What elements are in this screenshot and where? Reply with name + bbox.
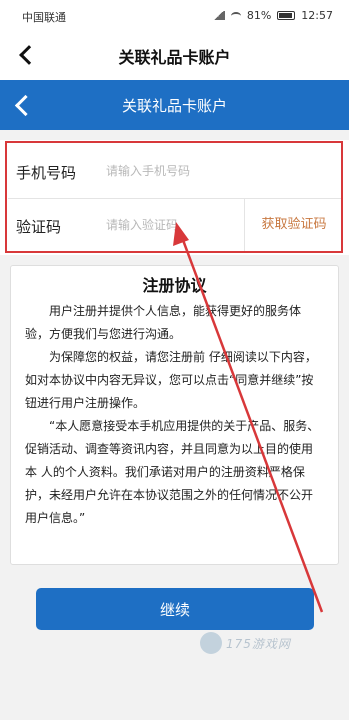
annotation-highlight-box (5, 141, 343, 253)
signal-icon (212, 11, 225, 20)
continue-button[interactable]: 继续 (36, 588, 314, 630)
header-title: 关联礼品卡账户 (121, 97, 227, 115)
status-indicators: 81% 12:57 (212, 9, 333, 22)
agreement-title: 注册协议 (142, 276, 207, 295)
battery-icon (277, 11, 296, 20)
agreement-paragraph: 为保障您的权益，请您注册前 仔细阅读以下内容，如对本协议中内容无异议，您可以点击… (25, 350, 317, 410)
agreement-panel: 注册协议 用户注册并提供个人信息，能获得更好的服务体验，方便我们与您进行沟通。 … (10, 265, 339, 565)
status-bar: 中国联通 81% 12:57 (0, 0, 349, 30)
watermark-logo-icon (200, 632, 222, 654)
blue-header-bar: 关联礼品卡账户 (0, 80, 349, 130)
top-nav-bar: 关联礼品卡账户 (0, 30, 349, 80)
agreement-paragraph: 用户注册并提供个人信息，能获得更好的服务体验，方便我们与您进行沟通。 (25, 304, 302, 341)
watermark-text: 175游戏网 (226, 636, 291, 651)
clock: 12:57 (301, 9, 333, 22)
wifi-icon (230, 11, 241, 20)
battery-percent: 81% (246, 9, 272, 22)
agreement-paragraph: “本人愿意接受本手机应用提供的关于产品、服务、促销活动、调查等资讯内容，并且同意… (25, 419, 320, 525)
watermark: 175游戏网 (200, 632, 291, 654)
carrier-label: 中国联通 (22, 11, 66, 24)
page-title: 关联礼品卡账户 (118, 48, 231, 67)
